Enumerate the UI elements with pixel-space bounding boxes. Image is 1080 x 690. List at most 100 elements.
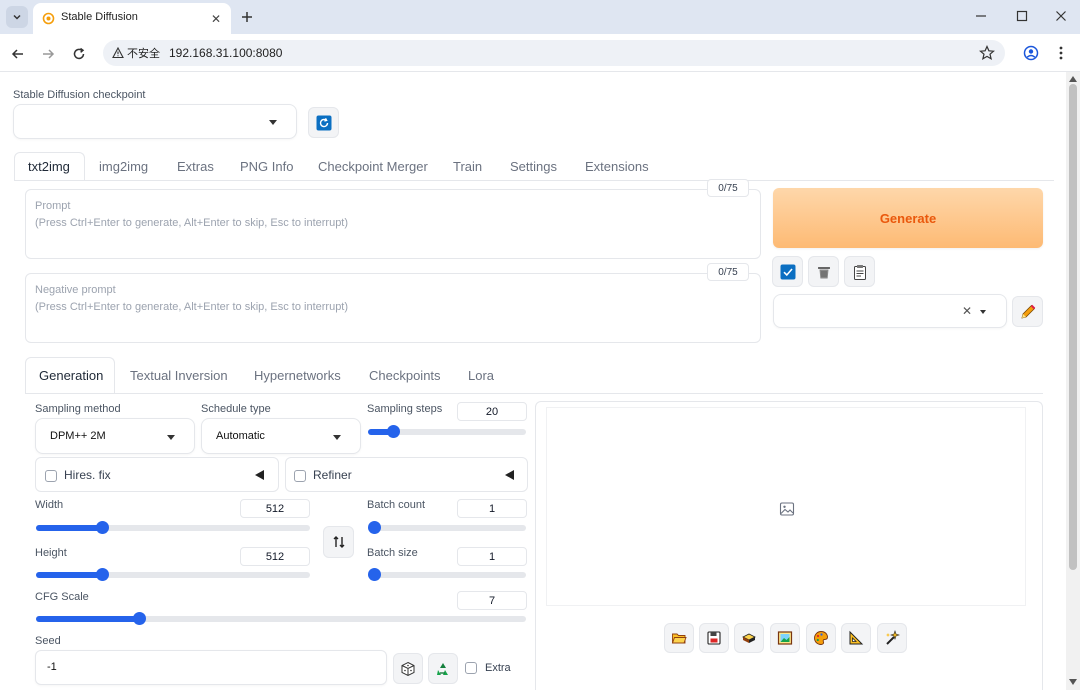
send-to-img2img-button[interactable] xyxy=(770,623,800,653)
extra-seed-checkbox[interactable] xyxy=(465,662,477,674)
sampling-steps-slider[interactable] xyxy=(368,425,526,438)
scroll-down-arrow-icon[interactable] xyxy=(1069,679,1077,685)
checkbox-icon xyxy=(780,264,795,279)
negative-prompt-placeholder: (Press Ctrl+Enter to generate, Alt+Enter… xyxy=(35,301,349,313)
chevron-down-icon xyxy=(13,14,21,20)
sampling-steps-input[interactable]: 20 xyxy=(457,402,527,421)
slider-thumb[interactable] xyxy=(95,521,109,534)
negative-prompt-textarea[interactable]: Negative prompt (Press Ctrl+Enter to gen… xyxy=(25,273,761,343)
zip-button[interactable] xyxy=(734,623,764,653)
refiner-checkbox[interactable] xyxy=(294,470,306,482)
width-slider[interactable] xyxy=(36,521,310,534)
checkpoint-select[interactable] xyxy=(13,104,297,139)
forward-arrow-icon[interactable] xyxy=(38,44,58,64)
security-chip[interactable]: 不安全 xyxy=(112,45,160,61)
extra-seed-label: Extra xyxy=(485,662,511,674)
cfg-scale-input[interactable]: 7 xyxy=(457,591,527,610)
tab-img2img[interactable]: img2img xyxy=(99,159,148,174)
profile-icon[interactable] xyxy=(1023,45,1039,61)
swap-dimensions-button[interactable] xyxy=(323,526,354,558)
slider-thumb[interactable] xyxy=(132,612,146,625)
sampling-steps-label: Sampling steps xyxy=(367,403,443,415)
subtab-textual-inversion[interactable]: Textual Inversion xyxy=(130,368,228,383)
tab-divider xyxy=(14,180,1054,181)
send-to-extras-icon xyxy=(849,630,864,645)
prompt-textarea[interactable]: Prompt (Press Ctrl+Enter to generate, Al… xyxy=(25,189,761,259)
styles-select[interactable]: ✕ xyxy=(773,294,1007,328)
schedule-type-select[interactable]: Automatic xyxy=(201,418,361,454)
refresh-checkpoint-button[interactable] xyxy=(308,107,339,138)
maximize-icon[interactable] xyxy=(1016,10,1028,22)
seed-value: -1 xyxy=(47,661,57,673)
sparkle-button[interactable] xyxy=(877,623,907,653)
address-bar[interactable]: 不安全 192.168.31.100:8080 xyxy=(103,40,1005,66)
cfg-scale-slider[interactable] xyxy=(36,612,526,625)
new-tab-icon[interactable] xyxy=(238,8,256,26)
open-folder-button[interactable] xyxy=(664,623,694,653)
slider-thumb[interactable] xyxy=(368,521,381,534)
hires-fix-accordion[interactable]: Hires. fix xyxy=(35,457,279,492)
slider-thumb[interactable] xyxy=(95,568,109,581)
slider-fill xyxy=(36,525,102,531)
slider-thumb[interactable] xyxy=(368,568,381,581)
clear-prompt-button[interactable] xyxy=(808,256,839,287)
subtab-divider xyxy=(25,393,1043,394)
seed-label: Seed xyxy=(35,635,61,647)
slider-fill xyxy=(36,616,139,622)
scrollbar-thumb[interactable] xyxy=(1069,84,1077,570)
hires-fix-label: Hires. fix xyxy=(64,468,111,482)
paste-params-button[interactable] xyxy=(844,256,875,287)
minimize-icon[interactable] xyxy=(975,10,987,22)
tab-png-info[interactable]: PNG Info xyxy=(240,159,293,174)
subtab-hypernetworks[interactable]: Hypernetworks xyxy=(254,368,341,383)
tab-extensions[interactable]: Extensions xyxy=(585,159,649,174)
tab-search-button[interactable] xyxy=(6,6,28,28)
slider-thumb[interactable] xyxy=(387,425,401,438)
window-close-icon[interactable] xyxy=(1055,10,1067,22)
output-image-gallery[interactable] xyxy=(546,407,1026,606)
tab-settings[interactable]: Settings xyxy=(510,159,557,174)
tab-train[interactable]: Train xyxy=(453,159,482,174)
batch-size-input[interactable]: 1 xyxy=(457,547,527,566)
scroll-up-arrow-icon[interactable] xyxy=(1069,76,1077,82)
tab-checkpoint-merger[interactable]: Checkpoint Merger xyxy=(318,159,428,174)
batch-size-slider[interactable] xyxy=(368,568,526,581)
send-to-inpaint-button[interactable] xyxy=(806,623,836,653)
browser-tab[interactable]: Stable Diffusion ✕ xyxy=(33,3,231,34)
height-slider[interactable] xyxy=(36,568,310,581)
tab-extras[interactable]: Extras xyxy=(177,159,214,174)
apply-styles-button[interactable] xyxy=(772,256,803,287)
bookmark-star-icon[interactable] xyxy=(979,45,995,61)
collapse-arrow-icon xyxy=(505,470,514,480)
pencil-icon xyxy=(1020,304,1035,319)
send-to-extras-button[interactable] xyxy=(841,623,871,653)
sampling-method-select[interactable]: DPM++ 2M xyxy=(35,418,195,454)
save-button[interactable] xyxy=(699,623,729,653)
sampling-method-value: DPM++ 2M xyxy=(50,430,106,442)
reload-icon[interactable] xyxy=(69,44,89,64)
seed-input[interactable]: -1 xyxy=(35,650,387,685)
generate-button[interactable]: Generate xyxy=(773,188,1043,248)
batch-count-slider[interactable] xyxy=(368,521,526,534)
folder-icon xyxy=(671,633,687,644)
zip-icon xyxy=(742,633,756,643)
width-input[interactable]: 512 xyxy=(240,499,310,518)
hires-fix-checkbox[interactable] xyxy=(45,470,57,482)
reuse-seed-button[interactable] xyxy=(428,653,458,684)
height-input[interactable]: 512 xyxy=(240,547,310,566)
subtab-lora[interactable]: Lora xyxy=(468,368,494,383)
more-menu-icon[interactable] xyxy=(1058,45,1064,61)
browser-tab-title: Stable Diffusion xyxy=(61,11,138,23)
security-label: 不安全 xyxy=(127,48,160,60)
edit-styles-button[interactable] xyxy=(1012,296,1043,327)
refiner-label: Refiner xyxy=(313,468,352,482)
back-arrow-icon[interactable] xyxy=(8,44,28,64)
cfg-scale-label: CFG Scale xyxy=(35,591,89,603)
clear-styles-icon[interactable]: ✕ xyxy=(962,304,972,318)
batch-count-input[interactable]: 1 xyxy=(457,499,527,518)
negative-prompt-token-counter: 0/75 xyxy=(707,263,749,281)
refiner-accordion[interactable]: Refiner xyxy=(285,457,528,492)
close-tab-icon[interactable]: ✕ xyxy=(209,12,223,26)
random-seed-button[interactable] xyxy=(393,653,423,684)
subtab-checkpoints[interactable]: Checkpoints xyxy=(369,368,441,383)
